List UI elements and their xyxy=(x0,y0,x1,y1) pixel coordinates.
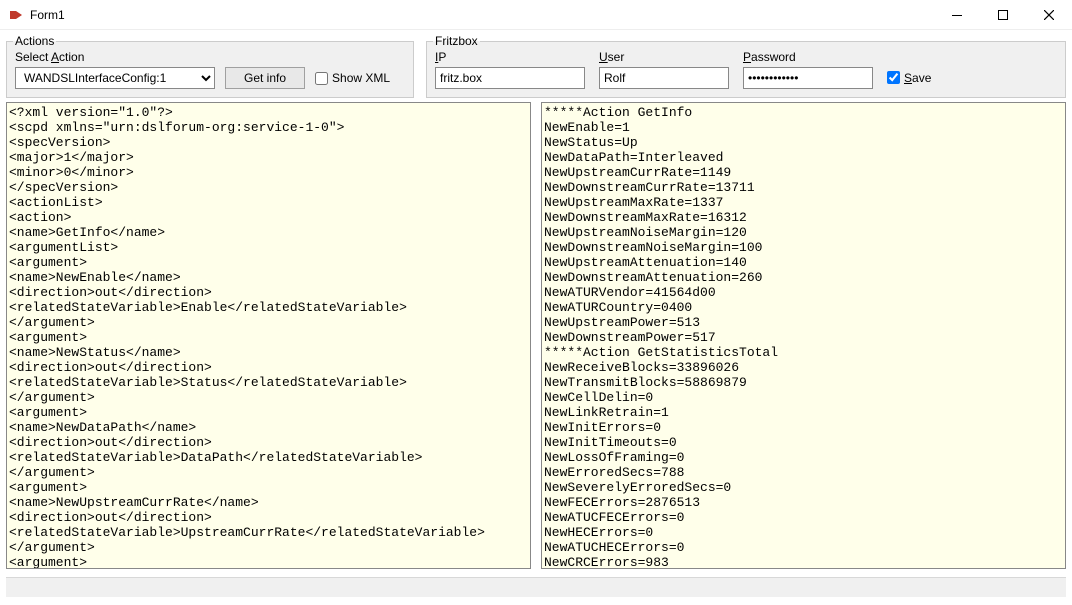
user-field: User xyxy=(599,50,729,89)
minimize-button[interactable] xyxy=(934,0,980,30)
password-label: Password xyxy=(743,50,873,64)
actions-group-title: Actions xyxy=(13,34,56,48)
xml-textarea[interactable] xyxy=(7,103,530,568)
text-panes-row xyxy=(6,102,1066,569)
close-button[interactable] xyxy=(1026,0,1072,30)
left-pane xyxy=(6,102,531,569)
action-select[interactable]: WANDSLInterfaceConfig:1 xyxy=(15,67,215,89)
maximize-button[interactable] xyxy=(980,0,1026,30)
fritzbox-group-title: Fritzbox xyxy=(433,34,480,48)
show-xml-checkbox-input[interactable] xyxy=(315,72,328,85)
right-pane xyxy=(541,102,1066,569)
top-controls-row: Actions Select Action WANDSLInterfaceCon… xyxy=(6,34,1066,98)
ip-field: IP xyxy=(435,50,585,89)
actions-group: Actions Select Action WANDSLInterfaceCon… xyxy=(6,34,414,98)
fritzbox-group: Fritzbox IP User Password Save xyxy=(426,34,1066,98)
get-info-button[interactable]: Get info xyxy=(225,67,305,89)
save-checkbox-input[interactable] xyxy=(887,71,900,84)
password-field: Password xyxy=(743,50,873,89)
ip-input[interactable] xyxy=(435,67,585,89)
user-input[interactable] xyxy=(599,67,729,89)
client-area: Actions Select Action WANDSLInterfaceCon… xyxy=(0,30,1072,605)
app-icon xyxy=(8,7,24,23)
window-buttons xyxy=(934,0,1072,30)
result-textarea[interactable] xyxy=(542,103,1065,568)
status-strip xyxy=(6,577,1066,597)
select-action-label: Select Action xyxy=(15,50,405,64)
password-input[interactable] xyxy=(743,67,873,89)
title-bar: Form1 xyxy=(0,0,1072,30)
ip-label: IP xyxy=(435,50,585,64)
window-title: Form1 xyxy=(30,8,65,22)
save-checkbox[interactable]: Save xyxy=(887,71,931,85)
show-xml-checkbox[interactable]: Show XML xyxy=(315,71,390,85)
user-label: User xyxy=(599,50,729,64)
